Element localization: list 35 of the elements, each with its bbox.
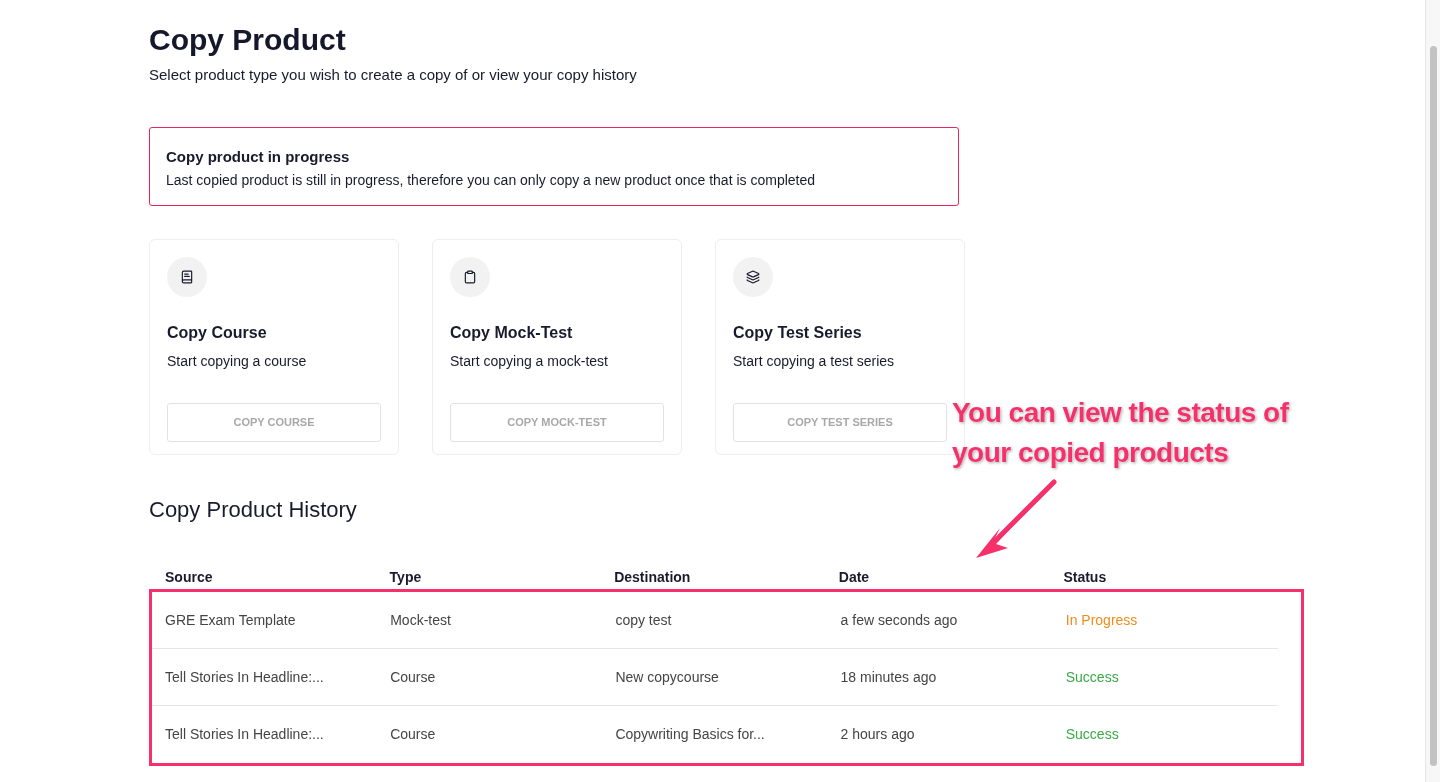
table-cell: 2 hours ago: [840, 726, 915, 742]
page-subtitle: Select product type you wish to create a copy of or view your copy history: [149, 65, 637, 85]
column-header: Date: [838, 568, 870, 585]
table-cell: Tell Stories In Headline:...: [165, 726, 324, 742]
table-cell: Course: [390, 668, 436, 685]
status-label: Success: [1065, 668, 1119, 685]
table-cell: Mock-test: [390, 611, 451, 628]
table-cell: a few seconds ago: [840, 611, 958, 628]
table-cell: Course: [390, 726, 436, 742]
layers-icon: [746, 269, 760, 284]
table-cell: 18 minutes ago: [840, 668, 937, 685]
clipboard-icon: [463, 269, 477, 284]
book-icon: [180, 269, 194, 284]
card-title: Copy Mock-Test: [450, 322, 573, 343]
card-description: Start copying a mock-test: [450, 351, 608, 371]
alert-message: Last copied product is still in progress, therefore you can only copy a new product once that is completed: [166, 171, 816, 190]
column-header: Type: [389, 568, 422, 585]
table-cell: GRE Exam Template: [165, 611, 296, 628]
status-label: In Progress: [1065, 611, 1138, 628]
table-cell: copy test: [615, 611, 672, 628]
card-title: Copy Course: [167, 322, 267, 343]
status-label: Success: [1065, 726, 1119, 742]
table-cell: Copywriting Basics for...: [615, 726, 765, 742]
history-title: Copy Product History: [149, 495, 357, 524]
page-title: Copy Product: [149, 22, 346, 58]
annotation-text: You can view the status of your copied products: [952, 396, 1290, 470]
table-cell: Tell Stories In Headline:...: [165, 668, 324, 685]
card-description: Start copying a course: [167, 351, 307, 371]
alert-title: Copy product in progress: [166, 146, 350, 167]
table-cell: New copycourse: [615, 668, 719, 685]
card-description: Start copying a test series: [733, 351, 895, 371]
column-header: Destination: [614, 568, 691, 585]
card-title: Copy Test Series: [733, 322, 862, 343]
column-header: Status: [1063, 568, 1107, 585]
column-header: Source: [165, 568, 213, 585]
